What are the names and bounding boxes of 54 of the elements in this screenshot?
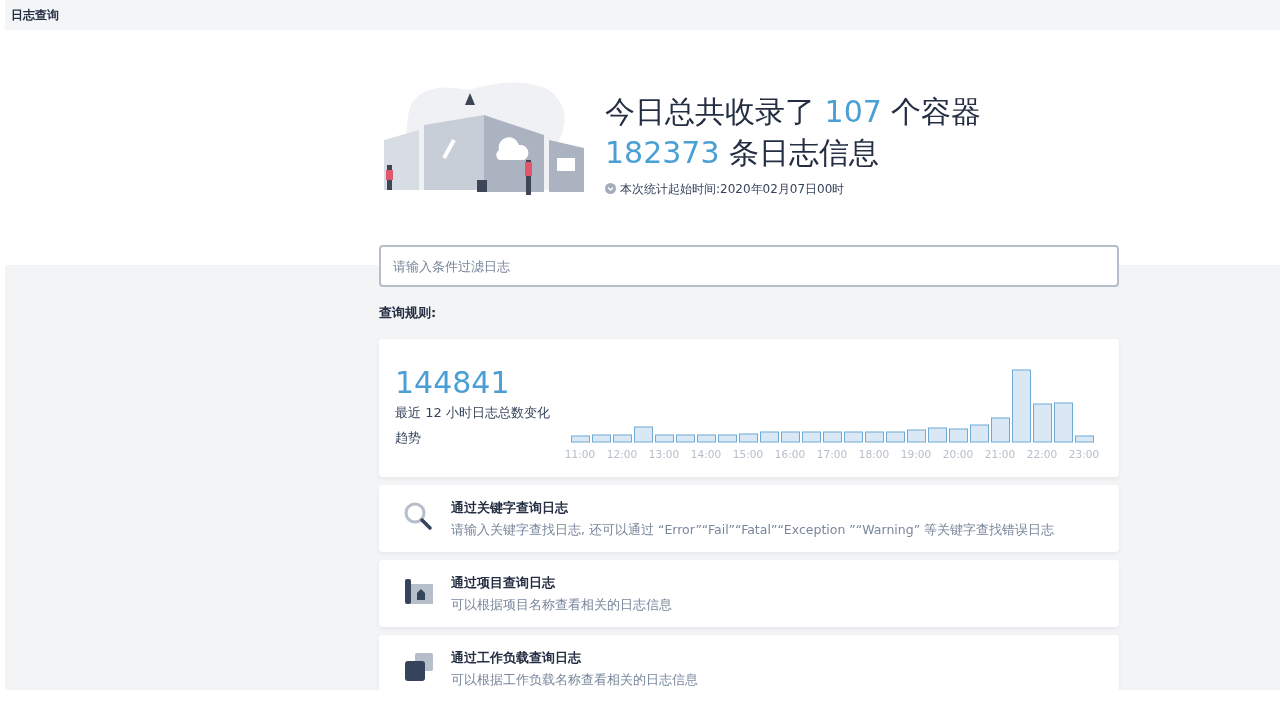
axis-label: 12:00 bbox=[605, 446, 639, 462]
chart-bar bbox=[697, 434, 716, 443]
axis-label: 16:00 bbox=[773, 446, 807, 462]
axis-label: 22:00 bbox=[1025, 446, 1059, 462]
axis-label: 21:00 bbox=[983, 446, 1017, 462]
chart-bar bbox=[1054, 402, 1073, 443]
filter-input-field[interactable]: 请输入条件过滤日志 bbox=[379, 245, 1119, 287]
chart-bar bbox=[991, 417, 1010, 443]
chart-bar bbox=[655, 434, 674, 443]
total-count: 144841 bbox=[395, 364, 511, 401]
chart-bar bbox=[823, 431, 842, 443]
rule-title: 通过项目查询日志 bbox=[451, 573, 556, 592]
stacked-squares-icon bbox=[403, 650, 435, 683]
chart-bar bbox=[613, 434, 632, 443]
chart-bar bbox=[781, 431, 800, 443]
chart-bar bbox=[718, 434, 737, 443]
chart-bar bbox=[1033, 403, 1052, 443]
chart-bar bbox=[928, 427, 947, 443]
search-icon bbox=[403, 500, 435, 533]
trend-caption: 最近 12 小时日志总数变化趋势 bbox=[395, 403, 551, 447]
chart-bar bbox=[676, 434, 695, 443]
axis-label: 19:00 bbox=[899, 446, 933, 462]
chart-bar bbox=[865, 431, 884, 443]
chart-bar bbox=[970, 424, 989, 443]
rule-description: 请输入关键字查找日志, 还可以通过 “Error”“Fail”“Fatal”“Exception ”“Warning” 等关键字查找错误日志 bbox=[451, 521, 1055, 540]
axis-label: 11:00 bbox=[563, 446, 597, 462]
axis-label: 18:00 bbox=[857, 446, 891, 462]
chart-bar bbox=[802, 431, 821, 443]
chart-bar bbox=[760, 431, 779, 443]
axis-label: 23:00 bbox=[1067, 446, 1101, 462]
rules-label: 查询规则: bbox=[379, 305, 437, 320]
axis-label: 14:00 bbox=[689, 446, 723, 462]
axis-label: 15:00 bbox=[731, 446, 765, 462]
axis-label: 20:00 bbox=[941, 446, 975, 462]
rule-title: 通过工作负载查询日志 bbox=[451, 648, 582, 667]
chart-bar bbox=[886, 431, 905, 443]
axis-label: 17:00 bbox=[815, 446, 849, 462]
chevron-icon bbox=[605, 183, 616, 194]
chart-bar bbox=[592, 434, 611, 443]
page-title: 日志查询 bbox=[11, 8, 59, 22]
chart-bar bbox=[949, 428, 968, 443]
rule-description: 可以根据工作负载名称查看相关的日志信息 bbox=[451, 671, 698, 690]
rule-description: 可以根据项目名称查看相关的日志信息 bbox=[451, 596, 672, 615]
chart-bar bbox=[739, 433, 758, 443]
chart-bar bbox=[844, 431, 863, 443]
chart-bar bbox=[571, 435, 590, 443]
rule-title: 通过关键字查询日志 bbox=[451, 498, 569, 517]
log-count-headline: 182373 条日志信息 bbox=[605, 134, 881, 172]
axis-label: 13:00 bbox=[647, 446, 681, 462]
chart-bar bbox=[907, 429, 926, 443]
chart-bar bbox=[1075, 435, 1094, 443]
container-count-headline: 今日总共收录了 107 个容器 bbox=[605, 92, 982, 130]
chart-bar bbox=[634, 426, 653, 443]
statistics-start-time: 本次统计起始时间:2020年02月07日00时 bbox=[620, 180, 845, 198]
